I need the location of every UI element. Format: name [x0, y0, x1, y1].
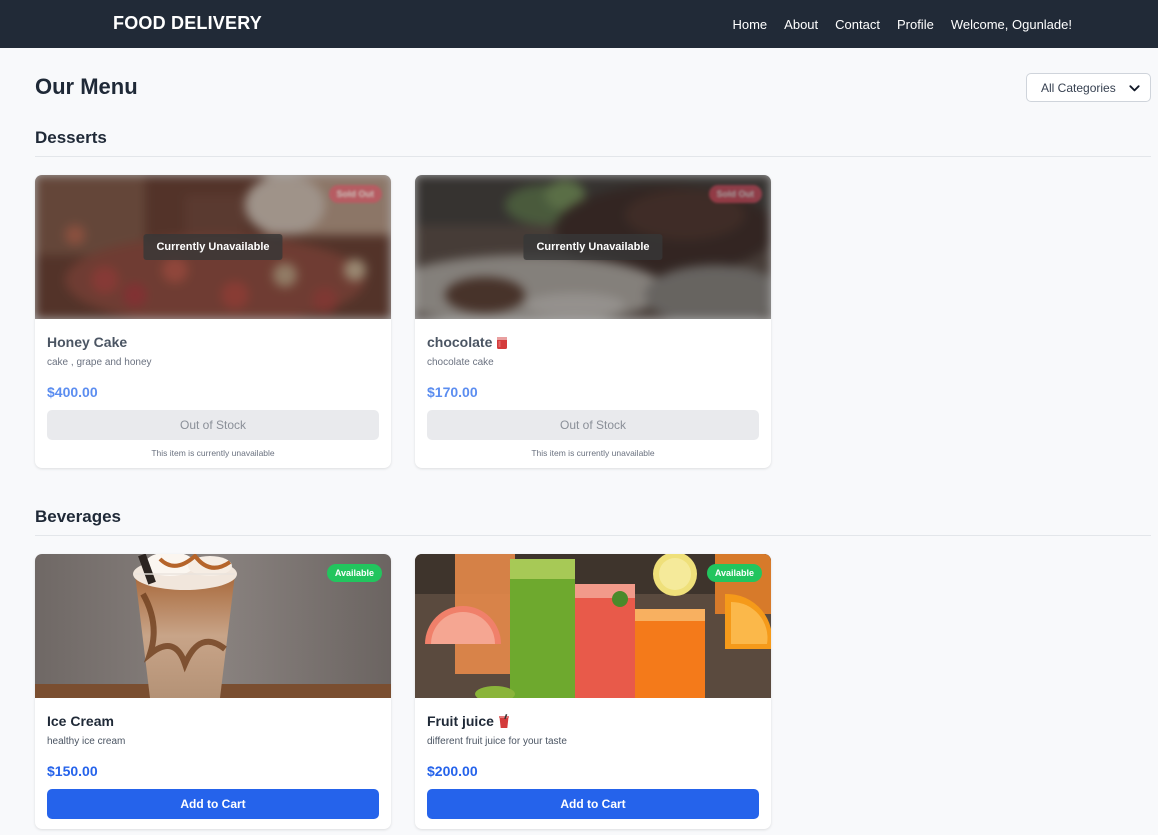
navbar: FOOD DELIVERY Home About Contact Profile…	[0, 0, 1158, 48]
nav-links: Home About Contact Profile Welcome, Ogun…	[732, 17, 1072, 32]
item-description: healthy ice cream	[47, 736, 126, 747]
item-price: $400.00	[47, 384, 98, 400]
section-divider	[35, 535, 1151, 536]
welcome-message: Welcome, Ogunlade!	[950, 17, 1072, 32]
unavailable-note: This item is currently unavailable	[151, 448, 275, 458]
add-to-cart-button[interactable]: Add to Cart	[427, 789, 759, 819]
item-name: chocolate	[427, 333, 759, 351]
item-description: chocolate cake	[427, 357, 494, 368]
nav-link-home[interactable]: Home	[732, 17, 767, 32]
section-divider	[35, 156, 1151, 157]
item-name-text: chocolate	[427, 334, 493, 350]
unavailable-label: Currently Unavailable	[523, 234, 663, 260]
menu-card-honey-cake: Sold Out Currently Unavailable Honey Cak…	[35, 175, 391, 468]
chevron-down-icon	[1129, 85, 1140, 92]
cup-icon	[498, 713, 509, 728]
nav-link-profile[interactable]: Profile	[897, 17, 934, 32]
unavailable-label: Currently Unavailable	[143, 234, 283, 260]
glass-icon	[497, 336, 508, 349]
item-image: Sold Out Currently Unavailable	[35, 175, 391, 319]
brand-logo[interactable]: FOOD DELIVERY	[113, 13, 262, 34]
item-name-text: Honey Cake	[47, 334, 128, 350]
section-title-beverages: Beverages	[35, 507, 122, 526]
item-price: $150.00	[47, 763, 98, 779]
item-name-text: Ice Cream	[47, 713, 114, 729]
item-name: Honey Cake	[47, 333, 379, 351]
item-image: Available	[35, 554, 391, 698]
add-to-cart-button[interactable]: Add to Cart	[47, 789, 379, 819]
item-description: cake , grape and honey	[47, 357, 152, 368]
item-image: Available	[415, 554, 771, 698]
page-title: Our Menu	[35, 74, 138, 99]
category-filter-select[interactable]: All Categories	[1026, 73, 1151, 102]
out-of-stock-button: Out of Stock	[47, 410, 379, 440]
nav-link-contact[interactable]: Contact	[835, 17, 880, 32]
menu-card-chocolate: Sold Out Currently Unavailable chocolate…	[415, 175, 771, 468]
status-badge: Sold Out	[328, 185, 382, 203]
status-badge: Sold Out	[708, 185, 762, 203]
unavailable-note: This item is currently unavailable	[531, 448, 655, 458]
item-name: Ice Cream	[47, 712, 379, 730]
status-badge: Available	[706, 564, 762, 582]
nav-link-about[interactable]: About	[784, 17, 818, 32]
item-description: different fruit juice for your taste	[427, 736, 567, 747]
menu-card-ice-cream: Available Ice Cream healthy ice cream $1…	[35, 554, 391, 829]
item-image: Sold Out Currently Unavailable	[415, 175, 771, 319]
status-badge: Available	[326, 564, 382, 582]
item-name-text: Fruit juice	[427, 713, 494, 729]
item-price: $200.00	[427, 763, 478, 779]
section-title-desserts: Desserts	[35, 128, 107, 147]
category-filter-value: All Categories	[1041, 80, 1116, 95]
out-of-stock-button: Out of Stock	[427, 410, 759, 440]
menu-card-fruit-juice: Available Fruit juice different fruit ju…	[415, 554, 771, 829]
item-price: $170.00	[427, 384, 478, 400]
item-name: Fruit juice	[427, 712, 759, 730]
